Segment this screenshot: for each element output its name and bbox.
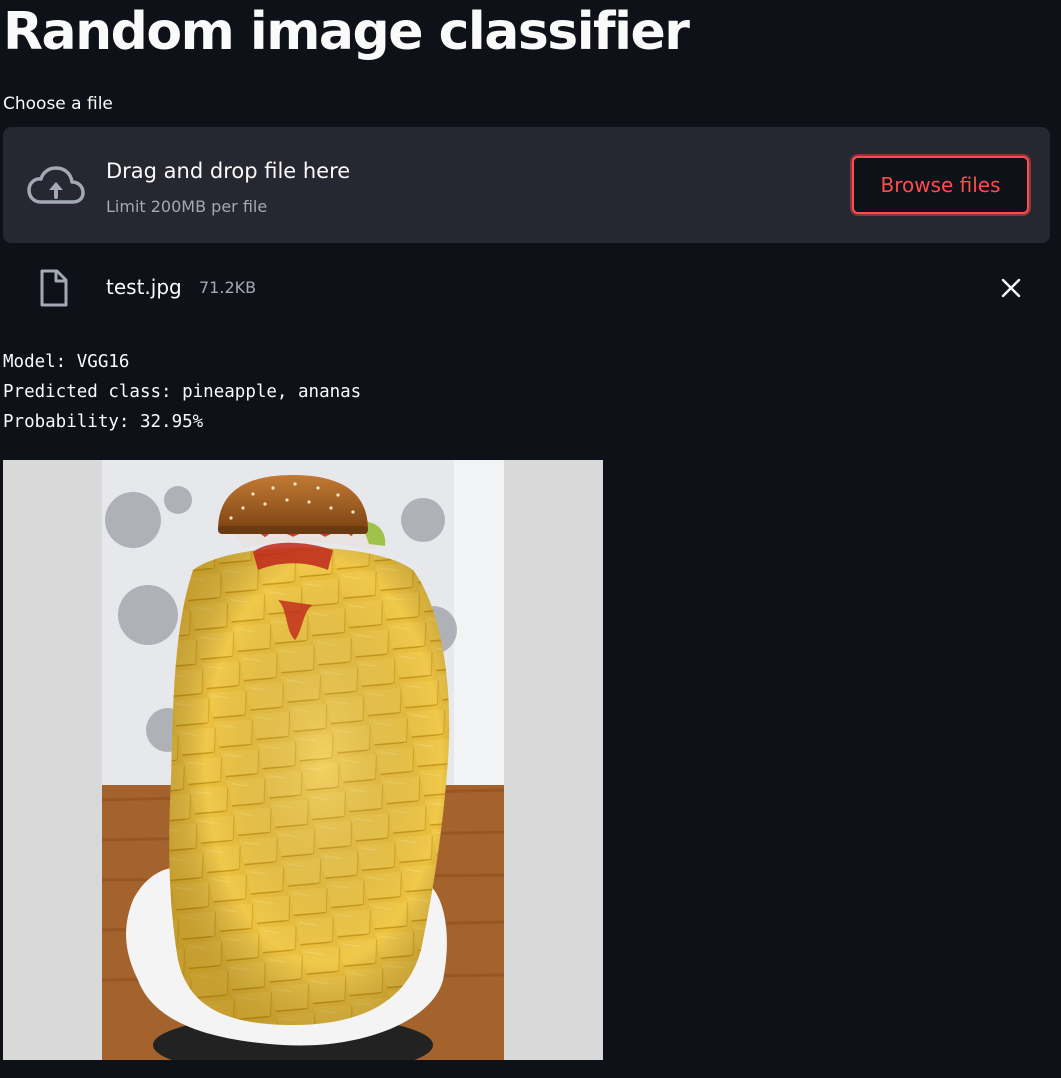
prediction-output: Model: VGG16 Predicted class: pineapple, … — [3, 347, 361, 437]
browse-files-button[interactable]: Browse files — [852, 156, 1029, 214]
dropzone-instructions: Drag and drop file here — [106, 159, 351, 183]
file-name: test.jpg — [106, 275, 182, 299]
dropzone-limit-text: Limit 200MB per file — [106, 197, 268, 216]
remove-file-button[interactable] — [997, 274, 1025, 302]
close-icon — [1001, 278, 1021, 298]
uploaded-file-item: test.jpg 71.2KB — [3, 258, 1050, 318]
file-size: 71.2KB — [199, 278, 257, 297]
predicted-class-line: Predicted class: pineapple, ananas — [3, 382, 362, 402]
cloud-upload-icon — [27, 166, 85, 204]
model-line: Model: VGG16 — [3, 352, 130, 372]
probability-line: Probability: 32.95% — [3, 412, 204, 432]
file-uploader-label: Choose a file — [3, 94, 113, 114]
uploaded-image — [3, 460, 603, 1060]
file-icon — [40, 269, 68, 307]
app-page: Random image classifier Choose a file Dr… — [0, 0, 1061, 1078]
file-dropzone[interactable]: Drag and drop file here Limit 200MB per … — [3, 127, 1050, 243]
page-title: Random image classifier — [3, 2, 690, 62]
uploaded-photo — [101, 460, 505, 1060]
